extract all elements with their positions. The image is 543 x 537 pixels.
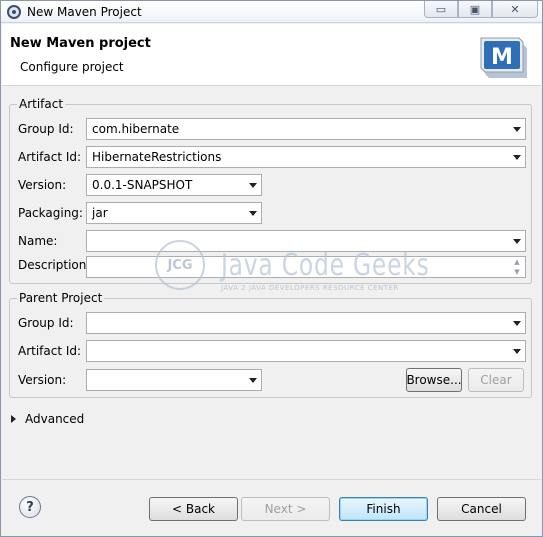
maximize-button[interactable]: ▣ [458, 1, 492, 18]
description-label: Description: [18, 258, 91, 272]
packaging-label: Packaging: [18, 206, 83, 220]
chevron-down-icon [249, 378, 257, 383]
page-subtitle: Configure project [20, 60, 124, 74]
maven-logo-letter: M [491, 45, 513, 70]
chevron-down-icon [249, 183, 257, 188]
group-id-label: Group Id: [18, 122, 74, 136]
watermark-name: Java Code Geeks [221, 248, 430, 283]
parent-artifact-id-label: Artifact Id: [18, 344, 82, 358]
eclipse-icon [7, 5, 21, 19]
parent-artifact-id-combo[interactable] [86, 340, 526, 362]
parent-version-label: Version: [18, 373, 67, 387]
page-title: New Maven project [10, 36, 151, 51]
help-icon[interactable]: ? [19, 496, 41, 518]
packaging-value: jar [92, 206, 108, 220]
watermark-circle: JCG [155, 240, 205, 290]
browse-button[interactable]: Browse... [406, 368, 462, 392]
close-button[interactable]: ✕ [492, 1, 538, 18]
scroll-down-icon[interactable]: ▼ [514, 268, 519, 276]
chevron-down-icon [513, 155, 521, 160]
title-bar: New Maven Project ▭ ▣ ✕ [1, 1, 542, 23]
description-scrollbar[interactable]: ▲ ▼ [510, 258, 524, 276]
chevron-down-icon [513, 127, 521, 132]
group-id-combo[interactable]: com.hibernate [86, 118, 526, 140]
back-button[interactable]: < Back [149, 497, 238, 521]
parent-group-title: Parent Project [17, 291, 105, 305]
advanced-toggle[interactable]: Advanced [11, 412, 84, 426]
expand-triangle-icon [11, 415, 16, 423]
chevron-down-icon [513, 239, 521, 244]
next-button[interactable]: Next > [241, 497, 330, 521]
artifact-id-label: Artifact Id: [18, 150, 82, 164]
clear-button[interactable]: Clear [468, 368, 524, 392]
parent-group-id-label: Group Id: [18, 316, 74, 330]
artifact-id-value: HibernateRestrictions [92, 150, 222, 164]
watermark-logo: JCG Java Code Geeks JAVA 2 JAVA DEVELOPE… [151, 234, 429, 300]
window-title: New Maven Project [27, 5, 142, 19]
maven-logo-icon: M [480, 37, 527, 78]
advanced-label: Advanced [25, 412, 85, 426]
version-label: Version: [18, 178, 67, 192]
parent-group-id-combo[interactable] [86, 312, 526, 334]
parent-version-combo[interactable] [86, 369, 262, 391]
watermark-tagline: JAVA 2 JAVA DEVELOPERS RESOURCE CENTER [221, 284, 399, 292]
name-label: Name: [18, 234, 58, 248]
version-value: 0.0.1-SNAPSHOT [92, 178, 193, 192]
artifact-group-title: Artifact [17, 97, 66, 111]
chevron-down-icon [249, 211, 257, 216]
footer-divider [2, 479, 541, 480]
scroll-up-icon[interactable]: ▲ [514, 258, 519, 266]
wizard-header: New Maven project Configure project M [2, 24, 541, 86]
minimize-button[interactable]: ▭ [424, 1, 458, 18]
new-maven-project-dialog: New Maven Project ▭ ▣ ✕ New Maven projec… [0, 0, 543, 537]
window-controls: ▭ ▣ ✕ [424, 1, 538, 19]
cancel-button[interactable]: Cancel [437, 497, 526, 521]
finish-button[interactable]: Finish [339, 497, 428, 521]
chevron-down-icon [513, 349, 521, 354]
group-id-value: com.hibernate [92, 122, 180, 136]
version-combo[interactable]: 0.0.1-SNAPSHOT [86, 174, 262, 196]
packaging-combo[interactable]: jar [86, 202, 262, 224]
artifact-id-combo[interactable]: HibernateRestrictions [86, 146, 526, 168]
chevron-down-icon [513, 321, 521, 326]
